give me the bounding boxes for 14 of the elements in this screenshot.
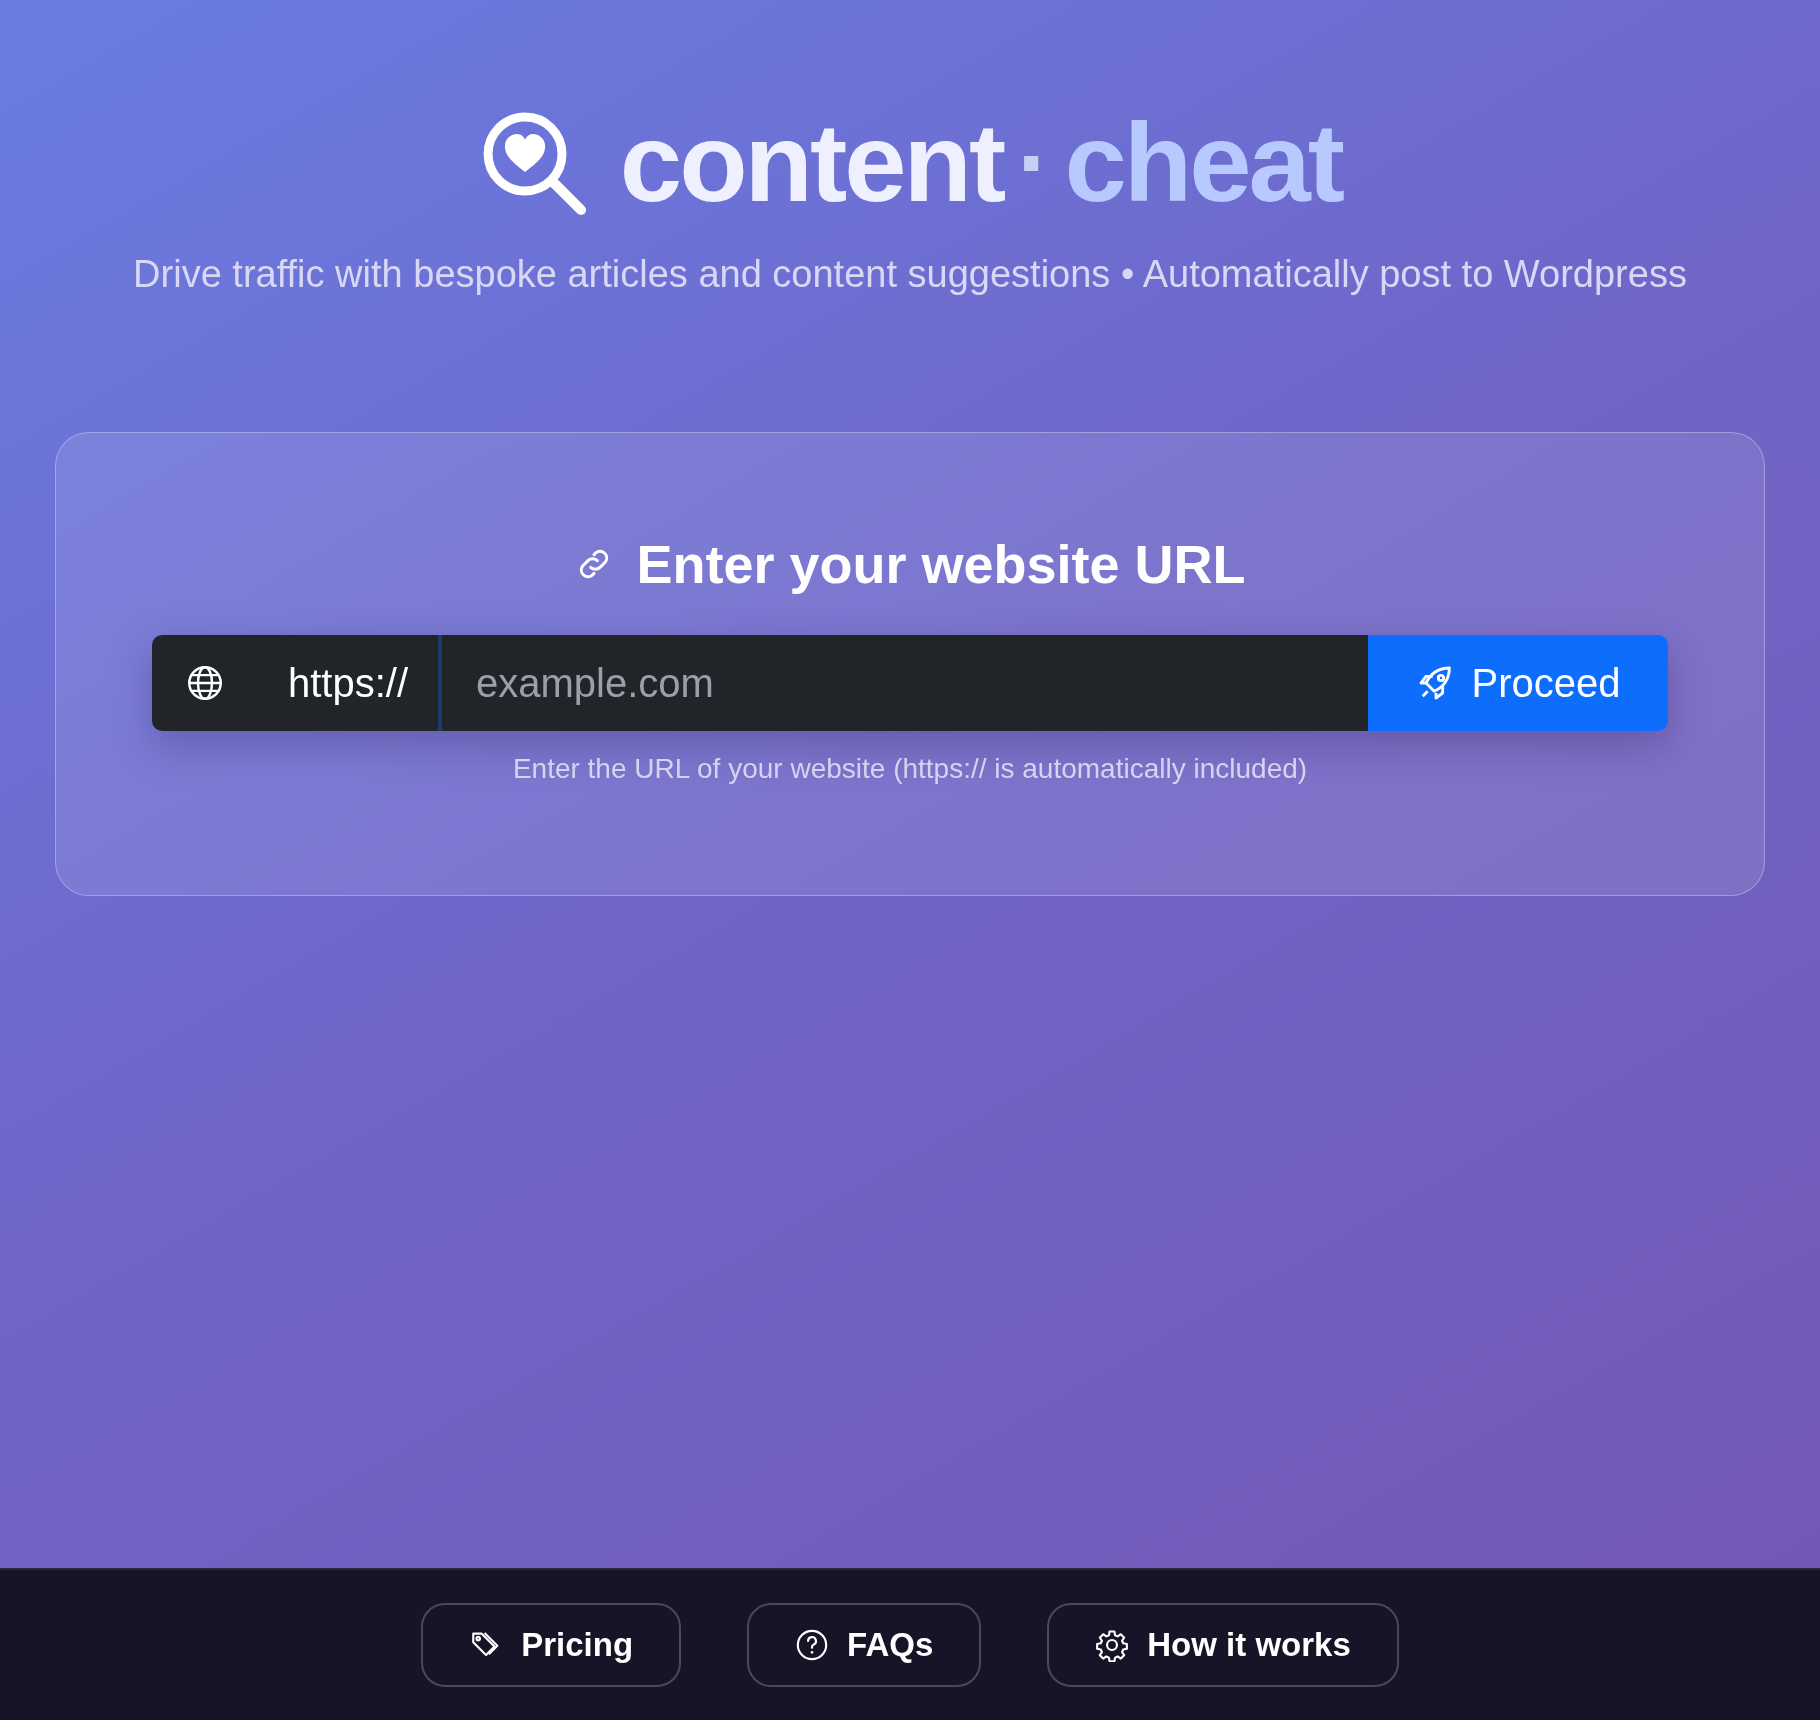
hint-text: Enter the URL of your website (https:// is automatically included) <box>512 753 1308 785</box>
url-prefix: https:// <box>288 660 409 706</box>
footer-link[interactable]: Pricing <box>421 1603 682 1687</box>
footer-link[interactable]: FAQs <box>747 1603 982 1687</box>
settings-icon <box>1095 1628 1130 1662</box>
footer-link[interactable]: How it works <box>1047 1603 1399 1687</box>
proceed-button[interactable]: Proceed <box>1368 635 1668 731</box>
brand-name: cheat <box>1064 99 1343 227</box>
brand-separator: · <box>1017 105 1051 220</box>
url-input[interactable]: example.com <box>442 635 1368 731</box>
card-heading: Enter your website URL <box>636 533 1246 595</box>
brand-name: content <box>619 99 1004 227</box>
tagline: Drive traffic with bespoke articles and content suggestions • Automatically post to Wordpress <box>133 253 1687 296</box>
help-icon <box>795 1628 830 1662</box>
